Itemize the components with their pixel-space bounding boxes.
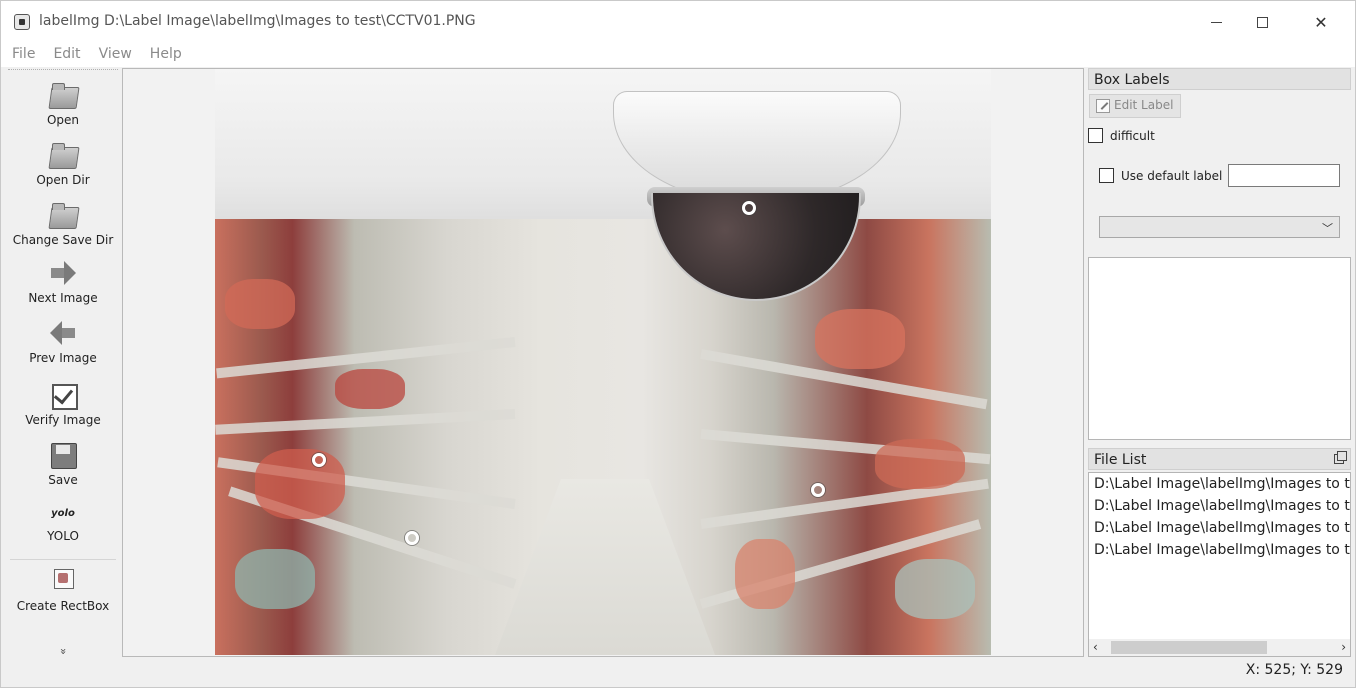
verify-image-button[interactable]: Verify Image [6,379,120,427]
aisle-floor [495,479,715,655]
store-aisle-region [215,219,991,655]
horizontal-scrollbar[interactable]: ‹ › [1089,639,1350,656]
yolo-button[interactable]: yolo YOLO [6,505,120,543]
next-image-label: Next Image [28,291,98,305]
maximize-icon [1256,16,1268,28]
vertex-handle[interactable] [312,453,326,467]
file-list-item[interactable]: D:\Label Image\labelImg\Images to te [1089,517,1350,539]
change-save-dir-label: Change Save Dir [12,233,114,247]
product-blur [735,539,795,609]
menu-view[interactable]: View [88,43,139,67]
product-blur [235,549,315,609]
open-label: Open [46,113,80,127]
file-list[interactable]: D:\Label Image\labelImg\Images to te D:\… [1088,472,1351,657]
float-dock-icon[interactable] [1334,451,1347,464]
scrollbar-thumb[interactable] [1111,641,1267,654]
toolbar-overflow-chevron[interactable]: » [6,645,120,658]
folder-icon [47,79,79,111]
vertex-handle[interactable] [742,201,756,215]
default-label-input[interactable] [1228,164,1340,187]
prev-image-label: Prev Image [29,351,97,365]
app-icon [14,14,30,30]
edit-label-button[interactable]: Edit Label [1089,94,1181,118]
product-blur [225,279,295,329]
use-default-label-text: Use default label [1121,169,1223,183]
shelf [215,409,516,435]
verify-image-label: Verify Image [25,413,101,427]
window-title: labelImg D:\Label Image\labelImg\Images … [39,13,476,29]
save-label: Save [48,473,78,487]
file-list-item[interactable]: D:\Label Image\labelImg\Images to te [1089,473,1350,495]
create-rectbox-label: Create RectBox [16,599,110,613]
floppy-icon [47,439,79,471]
menu-bar: File Edit View Help [1,43,1355,67]
checkbox-icon [47,379,79,411]
menu-edit[interactable]: Edit [42,43,87,67]
pencil-icon [1096,99,1110,113]
prev-image-button[interactable]: Prev Image [6,317,120,365]
app-window: labelImg D:\Label Image\labelImg\Images … [0,0,1356,688]
maximize-button[interactable] [1239,1,1285,43]
close-button[interactable]: ✕ [1298,1,1344,43]
next-image-button[interactable]: Next Image [6,257,120,305]
change-save-dir-button[interactable]: Change Save Dir [6,199,120,247]
chevron-down-icon: ﹀ [1322,222,1333,235]
chevron-down-icon: » [56,648,70,655]
image-canvas[interactable] [122,68,1084,657]
cctv-image [215,69,991,655]
product-blur [255,449,345,519]
yolo-label: YOLO [47,529,79,543]
create-rectbox-button[interactable]: Create RectBox [6,565,120,613]
label-list[interactable] [1088,257,1351,440]
arrow-left-icon [47,317,79,349]
arrow-right-icon [47,257,79,289]
product-blur [875,439,965,489]
cursor-coordinates: X: 525; Y: 529 [1245,662,1343,678]
toolbar-separator [10,559,116,560]
folder-icon [47,199,79,231]
file-list-item[interactable]: D:\Label Image\labelImg\Images to te [1089,539,1350,561]
title-bar: labelImg D:\Label Image\labelImg\Images … [1,1,1355,43]
open-dir-button[interactable]: Open Dir [6,139,120,187]
open-button[interactable]: Open [6,79,120,127]
minimize-button[interactable] [1193,1,1239,43]
edit-label-text: Edit Label [1114,98,1174,112]
difficult-checkbox[interactable] [1088,128,1103,143]
vertex-handle[interactable] [405,531,419,545]
menu-help[interactable]: Help [139,43,189,67]
file-list-title-text: File List [1094,452,1147,468]
box-labels-title: Box Labels [1088,68,1351,90]
save-button[interactable]: Save [6,439,120,487]
file-list-title: File List [1088,448,1351,470]
scroll-left-icon[interactable]: ‹ [1093,640,1098,654]
use-default-label-checkbox[interactable] [1099,168,1114,183]
difficult-label: difficult [1110,129,1155,143]
product-blur [335,369,405,409]
product-blur [895,559,975,619]
close-icon: ✕ [1314,12,1328,32]
menu-file[interactable]: File [1,43,42,67]
vertex-handle[interactable] [811,483,825,497]
open-dir-label: Open Dir [36,173,90,187]
label-combo-box[interactable]: ﹀ [1099,216,1340,238]
file-list-item[interactable]: D:\Label Image\labelImg\Images to te [1089,495,1350,517]
product-blur [815,309,905,369]
toolbar: Open Open Dir Change Save Dir Next Image… [6,69,120,657]
rectbox-icon [47,565,79,597]
scroll-right-icon[interactable]: › [1341,640,1346,654]
minimize-icon [1210,21,1222,23]
folder-icon [47,139,79,171]
yolo-icon: yolo [51,508,75,519]
status-bar: X: 525; Y: 529 [1,658,1355,687]
